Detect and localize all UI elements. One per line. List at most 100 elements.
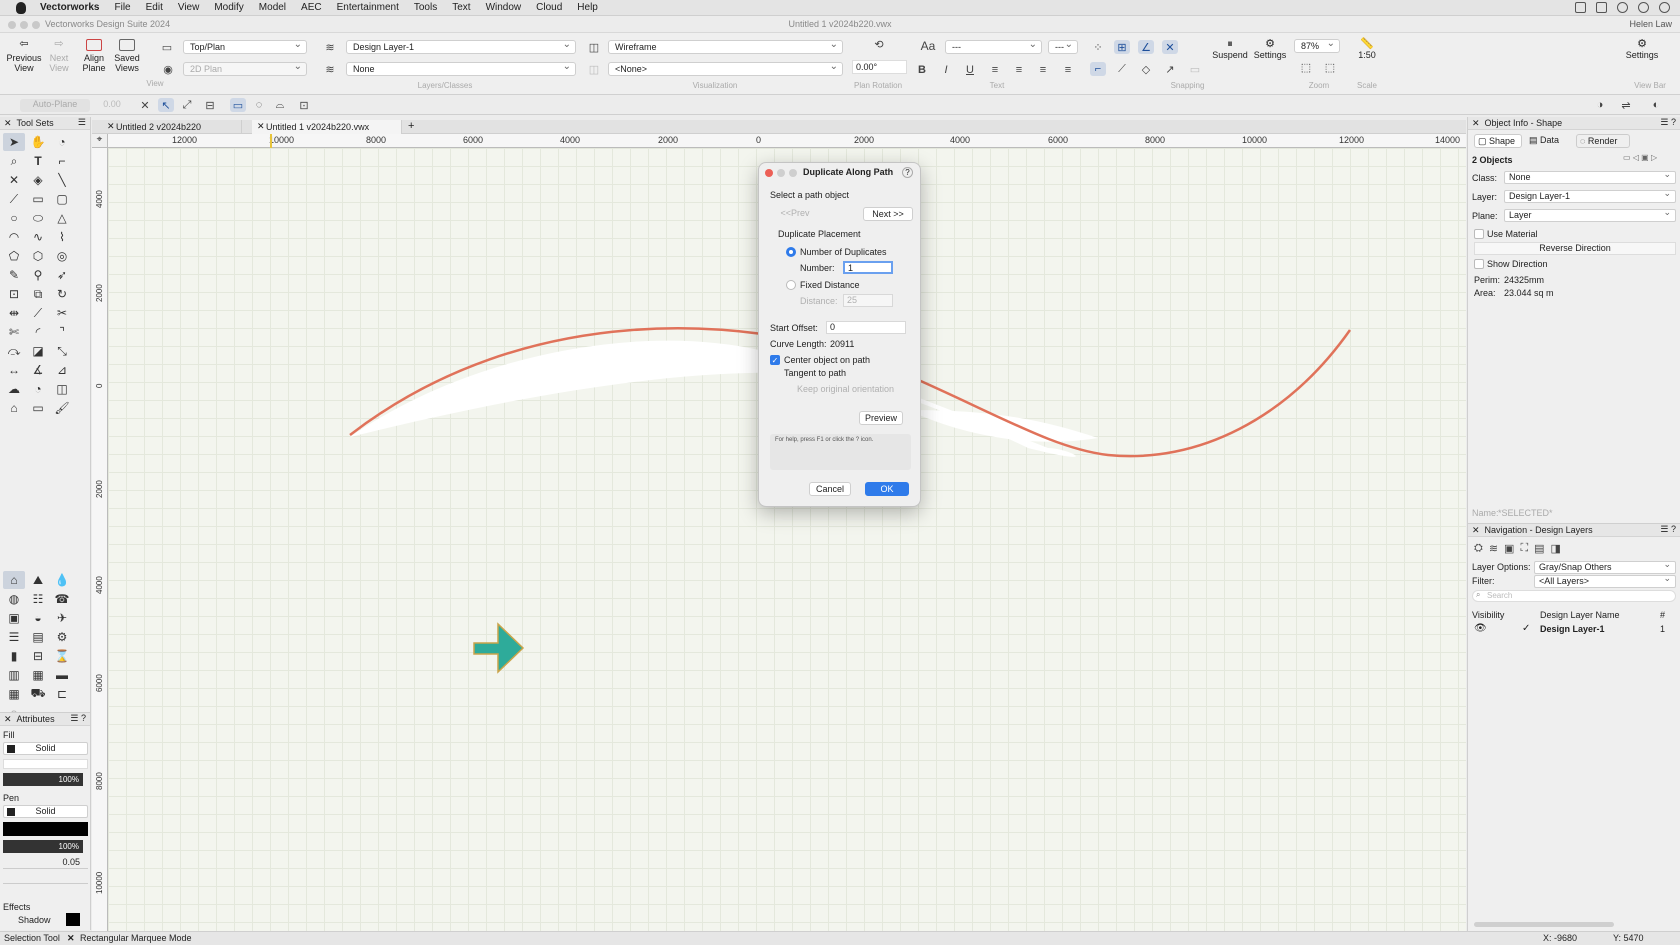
pipe-icon[interactable]: ⊟ <box>27 647 49 665</box>
snap-tangent-icon[interactable]: ⟋ <box>1114 62 1130 76</box>
align-center-icon[interactable]: ≡ <box>1011 63 1027 77</box>
snap-edge-icon[interactable]: ↗ <box>1162 62 1178 76</box>
font-size-select[interactable]: --- <box>1048 39 1078 54</box>
angular-dimension-icon[interactable]: ∡ <box>27 361 49 379</box>
walls-set-icon[interactable]: ▦ <box>27 666 49 684</box>
render-mode-icon[interactable]: ◉ <box>160 62 176 76</box>
menu-file[interactable]: File <box>114 2 130 13</box>
section-tool-icon[interactable]: ▭ <box>27 399 49 417</box>
menu-model[interactable]: Model <box>259 2 286 13</box>
plane-select[interactable]: Layer <box>1504 207 1676 222</box>
filter-select[interactable]: <All Layers> <box>1534 573 1676 588</box>
dialog-close-button[interactable] <box>765 169 773 177</box>
tab-data[interactable]: ▤ Data <box>1526 134 1572 148</box>
fill-style-select[interactable]: Solid <box>3 742 88 755</box>
snap-points-icon[interactable]: ⊞ <box>1114 40 1130 54</box>
panel-menu-icon[interactable]: ☰ ? <box>1660 524 1676 535</box>
menu-entertainment[interactable]: Entertainment <box>337 2 399 13</box>
symbol-insertion-icon[interactable]: ◈ <box>27 171 49 189</box>
nav-viewports-icon[interactable]: ⛶ <box>1520 542 1528 555</box>
center-object-checkbox[interactable]: ✓ <box>770 355 780 365</box>
polygon-marquee-icon[interactable]: ⌓ <box>272 98 288 112</box>
spiral-tool-icon[interactable]: ◎ <box>51 247 73 265</box>
nav-layers-icon[interactable]: ≋ <box>1489 542 1498 555</box>
name-value[interactable]: *SELECTED* <box>1498 508 1553 518</box>
fasteners-icon[interactable]: ▤ <box>27 628 49 646</box>
line-tool-icon[interactable]: ╲ <box>51 171 73 189</box>
polyline-tool-icon[interactable]: ⌇ <box>51 228 73 246</box>
menu-text[interactable]: Text <box>452 2 470 13</box>
gear-set-icon[interactable]: ▮ <box>3 647 25 665</box>
triangle-tool-icon[interactable]: △ <box>51 209 73 227</box>
visibility-tool-icon[interactable]: ➶ <box>51 266 73 284</box>
chamfer-tool-icon[interactable]: ⌝ <box>51 323 73 341</box>
view-select[interactable]: Top/Plan <box>183 39 307 54</box>
tape-measure-icon[interactable]: ◫ <box>51 380 73 398</box>
col-layer-name-header[interactable]: Design Layer Name <box>1540 610 1620 620</box>
line-type-select[interactable] <box>3 873 88 884</box>
col-number-header[interactable]: # <box>1660 610 1665 620</box>
dimension-tool-icon[interactable]: ↔ <box>3 361 25 379</box>
mirror-tool-icon[interactable]: ⇹ <box>3 304 25 322</box>
hexagon-tool-icon[interactable]: ⬡ <box>27 247 49 265</box>
render-select[interactable]: 2D Plan <box>183 61 307 76</box>
screen-icon[interactable] <box>1575 2 1586 13</box>
zoom-select[interactable]: 87% <box>1294 38 1340 53</box>
lasso-icon[interactable]: ◌ <box>251 98 267 112</box>
previous-view-button[interactable]: ⇦ Previous View <box>6 39 42 74</box>
spotlight-icon[interactable]: ◒ <box>27 609 49 627</box>
fill-opacity-bar[interactable]: 100% <box>3 773 83 786</box>
number-of-duplicates-radio[interactable] <box>786 247 796 257</box>
menu-modify[interactable]: Modify <box>214 2 243 13</box>
protractor-tool-icon[interactable]: ◔ <box>27 380 49 398</box>
snap-object-icon[interactable]: ◇ <box>1138 62 1154 76</box>
disable-snap-icon[interactable]: ✕ <box>137 98 153 112</box>
menu-cloud[interactable]: Cloud <box>536 2 562 13</box>
zoom-tool-icon[interactable]: ⌕ <box>3 152 25 170</box>
font-select[interactable]: --- <box>945 39 1042 54</box>
dialog-help-button[interactable]: ? <box>902 167 913 178</box>
menu-window[interactable]: Window <box>486 2 522 13</box>
detailing-icon[interactable]: ▣ <box>3 609 25 627</box>
saved-views-button[interactable]: Saved Views <box>112 39 142 73</box>
menu-view[interactable]: View <box>178 2 200 13</box>
user-name[interactable]: Helen Law <box>1629 19 1672 29</box>
circle-tool-icon[interactable]: ○ <box>3 209 25 227</box>
reverse-direction-button[interactable]: Reverse Direction <box>1474 242 1676 255</box>
plumbing-icon[interactable]: ⛟ <box>27 685 49 703</box>
layer-options-select[interactable]: Gray/Snap Others <box>1534 559 1676 574</box>
connect-combine-icon[interactable]: ⤼ <box>3 342 25 360</box>
text-tool-icon[interactable]: T <box>27 152 49 170</box>
oval-tool-icon[interactable]: ⬭ <box>27 209 49 227</box>
fill-color-swatch[interactable] <box>3 759 88 769</box>
tab-untitled-1[interactable]: ✕ Untitled 1 v2024b220.vwx <box>252 120 402 134</box>
close-icon[interactable]: ✕ <box>257 121 265 132</box>
class-select[interactable]: None <box>1504 169 1676 184</box>
layer-select[interactable]: Design Layer-1 <box>1504 188 1676 203</box>
layer-search-input[interactable]: Search <box>1472 590 1676 602</box>
split-tool-icon[interactable]: ✂ <box>51 304 73 322</box>
bold-icon[interactable]: B <box>914 63 930 77</box>
eyedropper-tool-icon[interactable]: ✎ <box>3 266 25 284</box>
line-weight-select[interactable]: 0.05 <box>3 857 88 869</box>
pen-opacity-bar[interactable]: 100% <box>3 840 83 853</box>
apple-menu-icon[interactable] <box>16 1 26 14</box>
dims-notes-icon[interactable]: ☷ <box>27 590 49 608</box>
cancel-button[interactable]: Cancel <box>809 482 851 496</box>
fillet-tool-icon[interactable]: ◜ <box>27 323 49 341</box>
white-leaf-shape[interactable] <box>350 340 1076 457</box>
zoom-selection-icon[interactable]: ⬚ <box>1322 60 1338 74</box>
wall-line-tool-icon[interactable]: ⟋ <box>3 190 25 208</box>
visualization-icon[interactable]: ◫ <box>586 40 602 54</box>
panel-menu-icon[interactable]: ☰ <box>78 117 86 128</box>
menu-aec[interactable]: AEC <box>301 2 322 13</box>
scale-button[interactable]: 📏 1:50 <box>1355 39 1379 61</box>
panel-menu-icon[interactable]: ☰ ? <box>70 713 86 724</box>
multiple-object-interactive-icon[interactable]: ⤢ <box>179 98 195 112</box>
nav-saved-views-icon[interactable]: ▤ <box>1534 542 1544 555</box>
snap-distance-icon[interactable]: ⌐ <box>1090 62 1106 76</box>
menu-tools[interactable]: Tools <box>414 2 437 13</box>
furniture-icon[interactable]: ☎ <box>51 590 73 608</box>
stairs-set-icon[interactable]: ▬ <box>51 666 73 684</box>
start-offset-input[interactable]: 0 <box>826 321 906 334</box>
